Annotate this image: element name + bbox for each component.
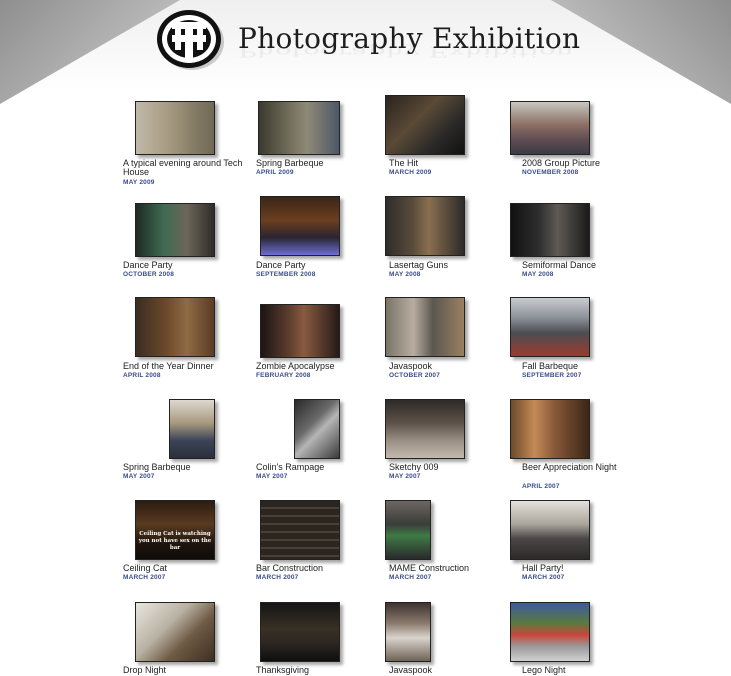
gallery-item[interactable]: Sketchy 009 MAY 2007 <box>385 399 514 489</box>
gallery-item[interactable]: End of the Year Dinner APRIL 2008 <box>123 297 248 392</box>
gallery-item[interactable]: MAME Construction MARCH 2007 <box>385 500 514 590</box>
gallery-item[interactable]: A typical evening around Tech House MAY … <box>123 101 248 196</box>
gallery-date: MARCH 2007 <box>123 574 166 581</box>
gallery-item[interactable]: Colin's Rampage MAY 2007 <box>256 399 381 489</box>
gallery-item[interactable]: Dance Party OCTOBER 2008 <box>123 203 248 293</box>
gallery-date: SEPTEMBER 2008 <box>256 271 316 278</box>
photo-thumbnail[interactable] <box>135 203 215 257</box>
photo-thumbnail[interactable] <box>294 399 340 459</box>
gallery-caption[interactable]: Lasertag Guns <box>389 261 514 270</box>
gallery-item[interactable]: Zombie Apocalypse FEBRUARY 2008 <box>256 304 381 394</box>
gallery-date: NOVEMBER 2008 <box>522 169 579 176</box>
gallery-caption[interactable]: Lego Night <box>522 666 647 675</box>
gallery-item[interactable]: Javaspook OCTOBER 2007 <box>385 297 514 392</box>
gallery-caption[interactable]: Javaspook <box>389 362 514 371</box>
photo-thumbnail[interactable] <box>258 101 340 155</box>
gallery-date: MAY 2007 <box>389 473 421 480</box>
gallery-date: OCTOBER 2008 <box>123 271 175 278</box>
photo-thumbnail[interactable] <box>260 196 340 256</box>
photo-thumbnail[interactable] <box>260 304 340 358</box>
gallery-caption[interactable]: 2008 Group Picture <box>522 159 647 168</box>
photo-thumbnail[interactable] <box>135 101 215 155</box>
gallery-caption[interactable]: End of the Year Dinner <box>123 362 248 371</box>
photo-thumbnail[interactable] <box>510 602 590 662</box>
gallery-caption[interactable]: Ceiling Cat <box>123 564 248 573</box>
gallery-date: FEBRUARY 2008 <box>256 372 311 379</box>
gallery-item[interactable]: Beer Appreciation Night APRIL 2007 <box>510 399 647 494</box>
photo-thumbnail[interactable] <box>385 297 465 357</box>
gallery-caption[interactable]: Dance Party <box>256 261 381 270</box>
gallery-item[interactable]: Dance Party SEPTEMBER 2008 <box>256 196 381 291</box>
photo-thumbnail[interactable] <box>385 602 431 662</box>
photo-thumbnail[interactable] <box>260 500 340 560</box>
gallery-caption[interactable]: Zombie Apocalypse <box>256 362 381 371</box>
photo-thumbnail[interactable] <box>510 500 590 560</box>
gallery-date: MAY 2007 <box>123 473 155 480</box>
photo-thumbnail[interactable] <box>385 399 465 459</box>
gallery-item[interactable]: Bar Construction MARCH 2007 <box>256 500 381 590</box>
gallery-item[interactable]: Spring Barbeque MAY 2007 <box>123 399 248 489</box>
photo-thumbnail[interactable] <box>135 297 215 357</box>
photo-thumbnail[interactable] <box>510 297 590 357</box>
photo-thumbnail[interactable] <box>135 602 215 662</box>
gallery-item[interactable]: Javaspook <box>385 602 514 676</box>
gallery-item[interactable]: 2008 Group Picture NOVEMBER 2008 <box>510 101 647 196</box>
gallery-item[interactable]: Ceiling Cat is watching you not have sex… <box>123 500 248 590</box>
gallery-caption[interactable]: Sketchy 009 <box>389 463 514 472</box>
gallery-date: MAY 2008 <box>522 271 554 278</box>
photo-thumbnail[interactable]: Ceiling Cat is watching you not have sex… <box>135 500 215 560</box>
photo-thumbnail[interactable] <box>260 602 340 662</box>
gallery-item[interactable]: Thanksgiving <box>256 602 381 676</box>
gallery-date: MARCH 2007 <box>522 574 565 581</box>
photo-caption-overlay: Ceiling Cat is watching you not have sex… <box>138 531 212 551</box>
photo-thumbnail[interactable] <box>169 399 215 459</box>
gallery-date: APRIL 2009 <box>256 169 294 176</box>
gallery-date: MAY 2007 <box>256 473 288 480</box>
gallery-item[interactable]: Lego Night <box>510 602 647 676</box>
gallery-caption[interactable]: Hall Party! <box>522 564 647 573</box>
gallery-date: MAY 2008 <box>389 271 421 278</box>
gallery-date: MARCH 2009 <box>389 169 432 176</box>
gallery-caption[interactable]: Dance Party <box>123 261 248 270</box>
gallery-caption[interactable]: Spring Barbeque <box>123 463 248 472</box>
gallery-grid: A typical evening around Tech House MAY … <box>0 0 731 676</box>
photo-thumbnail[interactable] <box>385 95 465 155</box>
gallery-caption[interactable]: MAME Construction <box>389 564 514 573</box>
photo-thumbnail[interactable] <box>510 399 590 459</box>
gallery-caption[interactable]: The Hit <box>389 159 514 168</box>
gallery-caption[interactable]: A typical evening around Tech House <box>123 159 248 177</box>
gallery-date: APRIL 2007 <box>522 483 560 490</box>
gallery-caption[interactable]: Fall Barbeque <box>522 362 647 371</box>
gallery-item[interactable]: Fall Barbeque SEPTEMBER 2007 <box>510 297 647 392</box>
gallery-item[interactable]: Hall Party! MARCH 2007 <box>510 500 647 590</box>
photo-thumbnail[interactable] <box>385 500 431 560</box>
photo-thumbnail[interactable] <box>385 196 465 256</box>
gallery-date: SEPTEMBER 2007 <box>522 372 582 379</box>
gallery-date: MARCH 2007 <box>389 574 432 581</box>
photo-thumbnail[interactable] <box>510 203 590 257</box>
gallery-caption[interactable]: Semiformal Dance <box>522 261 647 270</box>
gallery-date: MAY 2009 <box>123 179 155 186</box>
gallery-caption[interactable]: Colin's Rampage <box>256 463 381 472</box>
gallery-item[interactable]: Lasertag Guns MAY 2008 <box>385 196 514 291</box>
gallery-caption[interactable]: Beer Appreciation Night <box>522 463 647 472</box>
gallery-item[interactable]: Semiformal Dance MAY 2008 <box>510 203 647 293</box>
gallery-item[interactable]: Drop Night <box>123 602 248 676</box>
gallery-caption[interactable]: Thanksgiving <box>256 666 381 675</box>
gallery-date: MARCH 2007 <box>256 574 299 581</box>
gallery-caption[interactable]: Spring Barbeque <box>256 159 381 168</box>
gallery-date: OCTOBER 2007 <box>389 372 441 379</box>
gallery-item[interactable]: Spring Barbeque APRIL 2009 <box>256 101 381 196</box>
photo-thumbnail[interactable] <box>510 101 590 155</box>
gallery-caption[interactable]: Javaspook <box>389 666 514 675</box>
gallery-item[interactable]: The Hit MARCH 2009 <box>385 95 514 190</box>
gallery-caption[interactable]: Drop Night <box>123 666 248 675</box>
gallery-caption[interactable]: Bar Construction <box>256 564 381 573</box>
gallery-date: APRIL 2008 <box>123 372 161 379</box>
